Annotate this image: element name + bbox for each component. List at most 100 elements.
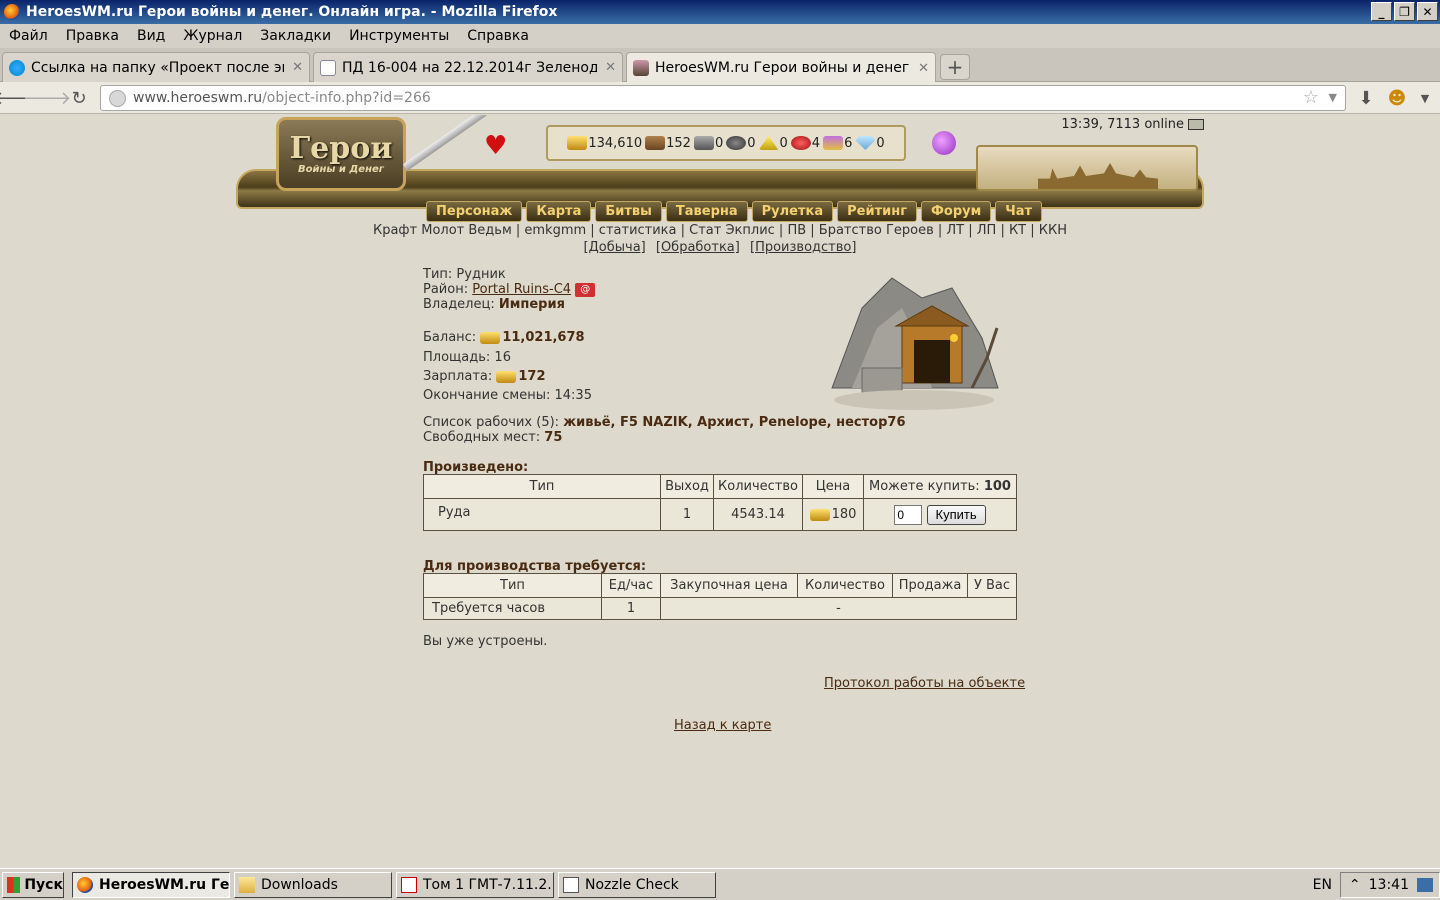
potion-icon[interactable] (932, 131, 956, 155)
web-page: Герои Войны и Денег ♥ 134,610 152 0 0 0 … (0, 115, 1440, 868)
mail-ru-icon (9, 59, 25, 76)
protocol-link[interactable]: Протокол работы на объекте (824, 676, 1025, 691)
menu-tools[interactable]: Инструменты (340, 28, 458, 44)
download-icon[interactable]: ⬇ (1355, 87, 1377, 109)
logo-title: Герои (289, 130, 393, 166)
menu-history[interactable]: Журнал (174, 28, 251, 44)
task-nozzle-check[interactable]: Nozzle Check (558, 872, 716, 898)
nav-forum[interactable]: Форум (921, 201, 992, 222)
network-icon[interactable] (1417, 878, 1433, 892)
heart-icon[interactable]: ♥ (484, 131, 507, 161)
clock: 13:41 (1368, 877, 1409, 893)
sword-icon (402, 115, 490, 171)
game-logo[interactable]: Герои Войны и Денег (276, 117, 406, 191)
firefox-icon (4, 4, 20, 20)
col-have: У Вас (967, 573, 1017, 598)
mail-icon[interactable] (1188, 119, 1204, 130)
mine-image (831, 277, 999, 410)
game-header: Герои Войны и Денег ♥ 134,610 152 0 0 0 … (236, 115, 1204, 225)
task-pdf[interactable]: Том 1 ГМТ-7.11.2... (396, 872, 554, 898)
sublinks-row[interactable]: Крафт Молот Ведьм | emkgmm | статистика … (0, 223, 1440, 238)
maximize-button[interactable]: ❐ (1394, 2, 1415, 21)
nav-roulette[interactable]: Рулетка (751, 201, 834, 222)
col-purchase-price: Закупочная цена (660, 573, 798, 598)
monkey-addon-icon[interactable]: ☻ (1386, 87, 1408, 109)
menu-bookmarks[interactable]: Закладки (251, 28, 340, 44)
menu-help[interactable]: Справка (458, 28, 538, 44)
pdf-icon (401, 877, 417, 893)
nav-character[interactable]: Персонаж (426, 201, 523, 222)
start-button[interactable]: Пуск (2, 872, 64, 898)
task-firefox[interactable]: HeroesWM.ru Ге... (72, 872, 230, 898)
district-link[interactable]: Portal Ruins-C4 (472, 282, 571, 297)
status-text: Вы уже устроены. (423, 634, 548, 649)
url-host: www.heroeswm.ru (133, 90, 263, 106)
nav-chat[interactable]: Чат (995, 201, 1043, 222)
close-tab-icon[interactable]: ✕ (918, 61, 929, 76)
link-processing[interactable]: [Обработка] (656, 240, 740, 255)
col-output: Выход (660, 474, 714, 499)
produced-table: Тип Выход Количество Цена Можете купить:… (423, 474, 1017, 531)
menu-file[interactable]: Файл (0, 28, 57, 44)
gold-icon (496, 370, 517, 383)
produced-type: Руда (423, 498, 661, 531)
new-tab-button[interactable]: + (940, 54, 970, 80)
mercury-icon (726, 136, 747, 150)
close-tab-icon[interactable]: ✕ (292, 60, 303, 75)
link-production[interactable]: [Производство] (750, 240, 856, 255)
task-downloads[interactable]: Downloads (234, 872, 392, 898)
window-icon (563, 877, 579, 893)
required-table: Тип Ед/час Закупочная цена Количество Пр… (423, 573, 1017, 620)
globe-icon (109, 90, 126, 107)
windows-logo-icon (7, 877, 21, 893)
produced-title: Произведено: (423, 460, 529, 475)
link-mining[interactable]: [Добыча] (584, 240, 646, 255)
logo-subtitle: Войны и Денег (297, 163, 385, 175)
firefox-icon (77, 877, 93, 893)
forward-arrow-icon[interactable]: 🡒 (23, 87, 71, 109)
heroeswm-favicon (633, 60, 649, 76)
col-sale: Продажа (892, 573, 968, 598)
menu-view[interactable]: Вид (128, 28, 174, 44)
free-slots: Свободных мест: 75 (423, 430, 563, 445)
col-type: Тип (423, 474, 661, 499)
menu-chevron-icon[interactable]: ▼ (1414, 87, 1436, 109)
resource-wood: 152 (645, 136, 691, 151)
menu-edit[interactable]: Правка (57, 28, 128, 44)
tray-expand-icon[interactable]: ⌃ (1349, 877, 1361, 893)
wood-icon (645, 136, 666, 150)
back-to-map-link[interactable]: Назад к карте (674, 718, 771, 733)
reload-icon[interactable]: ↻ (68, 87, 90, 109)
tab-label: ПД 16-004 на 22.12.2014г Зеленодоль... (342, 59, 597, 76)
taskbar: Пуск HeroesWM.ru Ге... Downloads Том 1 Г… (0, 868, 1440, 900)
resource-crystals: 4 (790, 136, 820, 151)
bookmark-star-icon[interactable]: ☆ (1303, 87, 1319, 108)
nav-battles[interactable]: Битвы (595, 201, 662, 222)
url-input[interactable]: www.heroeswm.ru/object-info.php?id=266 ☆… (100, 85, 1346, 111)
tab-label: HeroesWM.ru Герои войны и денег. Он... (655, 60, 911, 76)
document-icon (320, 59, 336, 76)
close-tab-icon[interactable]: ✕ (605, 60, 616, 75)
col-can-buy: Можете купить: 100 (863, 474, 1017, 499)
col-quantity: Количество (797, 573, 893, 598)
close-window-button[interactable]: ✕ (1417, 2, 1438, 21)
minimize-button[interactable]: _ (1371, 2, 1392, 21)
nav-map[interactable]: Карта (526, 201, 592, 222)
tab-heroeswm[interactable]: HeroesWM.ru Герои войны и денег. Он... ✕ (626, 52, 936, 83)
window-title: HeroesWM.ru Герои войны и денег. Онлайн … (26, 4, 558, 20)
buy-quantity-input[interactable] (894, 504, 923, 525)
tab-folder-link[interactable]: Ссылка на папку «Проект после эксп... ✕ (2, 52, 310, 82)
chevron-down-icon[interactable]: ▼ (1329, 91, 1337, 104)
main-navigation: Персонаж Карта Битвы Таверна Рулетка Рей… (426, 201, 1043, 222)
resource-diamonds: 0 (855, 136, 885, 151)
tab-pd-document[interactable]: ПД 16-004 на 22.12.2014г Зеленодоль... ✕ (313, 52, 623, 82)
resource-mercury: 0 (726, 136, 756, 151)
resource-sulfur: 0 (758, 136, 788, 151)
language-indicator[interactable]: EN (1313, 877, 1332, 893)
at-sign-icon[interactable]: @ (575, 282, 596, 297)
nav-tavern[interactable]: Таверна (665, 201, 748, 222)
buy-button[interactable]: Купить (926, 504, 986, 525)
system-tray: ⌃ 13:41 (1340, 872, 1440, 898)
nav-rating[interactable]: Рейтинг (837, 201, 918, 222)
col-per-hour: Ед/час (601, 573, 661, 598)
